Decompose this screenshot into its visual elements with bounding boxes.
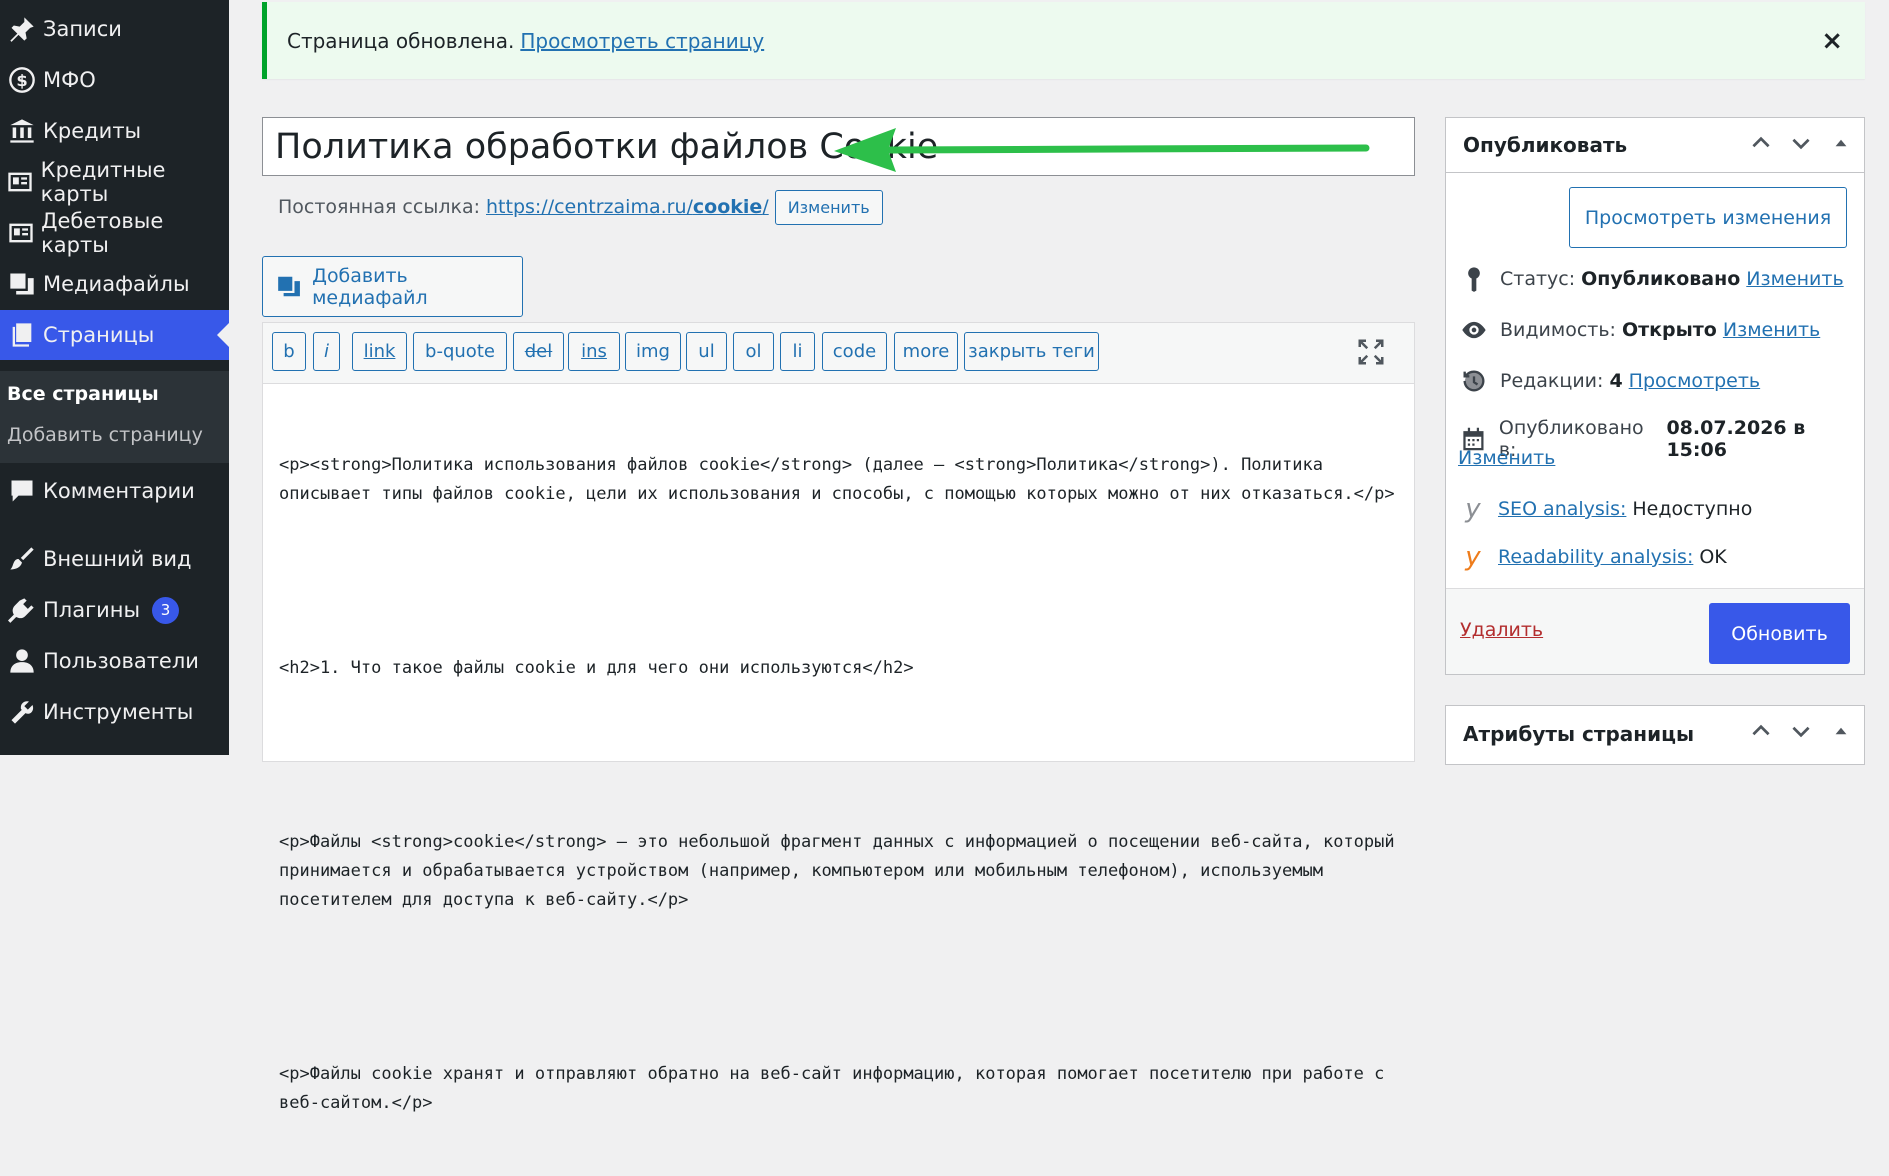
svg-text:$: $ [16, 71, 27, 90]
quicktags-toolbar: b i link b-quote del ins img ul ol li co… [263, 323, 1414, 384]
chevron-up-icon[interactable] [1748, 718, 1774, 744]
media-add-icon [278, 276, 300, 297]
sidebar-item-tools[interactable]: Инструменты [0, 687, 229, 737]
text-editor: b i link b-quote del ins img ul ol li co… [262, 322, 1415, 1113]
qt-more-button[interactable]: more [894, 332, 958, 371]
qt-img-button[interactable]: img [625, 332, 681, 371]
dollar-icon: $ [0, 66, 43, 94]
plugin-icon [0, 596, 43, 624]
chevron-down-icon[interactable] [1788, 718, 1814, 744]
submenu-all-pages[interactable]: Все страницы [7, 383, 159, 405]
qt-link-button[interactable]: link [352, 332, 407, 371]
notice-text: Страница обновлена. [287, 28, 515, 53]
content-line: <h2>1. Что такое файлы cookie и для чего… [279, 658, 914, 678]
qt-ins-button[interactable]: ins [568, 332, 620, 371]
pin-icon [1468, 267, 1480, 292]
seo-analysis-link[interactable]: SEO analysis: [1498, 498, 1626, 520]
sidebar-item-pages[interactable]: Страницы [0, 310, 229, 360]
annotation-arrow [834, 128, 1370, 172]
sidebar-item-comments[interactable]: Комментарии [0, 466, 229, 516]
chevron-up-icon[interactable] [1748, 130, 1774, 156]
sidebar-item-mfo[interactable]: $ МФО [0, 55, 229, 105]
content-textarea[interactable]: <p><strong>Политика использования файлов… [279, 393, 1398, 1176]
brush-icon [0, 545, 43, 573]
readability-analysis-link[interactable]: Readability analysis: [1498, 546, 1693, 568]
yoast-readability-icon: y [1465, 542, 1481, 572]
sidebar-item-media[interactable]: Медиафайлы [0, 259, 229, 309]
edit-status-link[interactable]: Изменить [1746, 268, 1843, 290]
dismiss-notice-icon[interactable]: × [1821, 26, 1843, 56]
sidebar-item-credits[interactable]: Кредиты [0, 106, 229, 156]
id-card-icon [0, 168, 41, 196]
backup-icon [1463, 370, 1485, 392]
fullscreen-icon[interactable] [1356, 337, 1386, 367]
qt-del-button[interactable]: del [513, 332, 564, 371]
content-line: <p>Файлы <strong>cookie</strong> – это н… [279, 832, 1405, 910]
edit-slug-button[interactable]: Изменить [774, 189, 883, 225]
pin-icon [0, 15, 43, 43]
publish-box-header: Опубликовать [1446, 118, 1864, 173]
eye-icon [1462, 321, 1486, 339]
qt-bquote-button[interactable]: b-quote [413, 332, 507, 371]
sidebar-item-posts[interactable]: Записи [0, 4, 229, 54]
id-card-icon [0, 219, 41, 247]
revisions-row: Редакции: 4 Просмотреть [1460, 367, 1760, 395]
add-media-label: Добавить медиафайл [312, 264, 428, 309]
view-page-link[interactable]: Просмотреть страницу [520, 29, 764, 53]
comment-icon [0, 477, 43, 505]
sidebar-item-appearance[interactable]: Внешний вид [0, 534, 229, 584]
user-icon [0, 647, 43, 675]
plugin-update-badge: 3 [152, 596, 180, 624]
collapse-triangle-icon[interactable] [1828, 130, 1854, 156]
media-icon [0, 270, 43, 298]
qt-li-button[interactable]: li [780, 332, 815, 371]
published-edit-row: Изменить [1458, 447, 1555, 469]
add-media-button[interactable]: Добавить медиафайл [262, 256, 523, 317]
preview-changes-button[interactable]: Просмотреть изменения [1569, 187, 1847, 248]
visibility-row: Видимость: Открыто Изменить [1460, 316, 1820, 344]
update-button[interactable]: Обновить [1709, 603, 1850, 664]
qt-italic-button[interactable]: i [313, 332, 340, 371]
sidebar-item-debit-cards[interactable]: Дебетовые карты [0, 208, 229, 258]
sidebar-item-credit-cards[interactable]: Кредитные карты [0, 157, 229, 207]
permalink-label: Постоянная ссылка: [278, 196, 480, 218]
permalink-link[interactable]: https://centrzaima.ru/cookie/ [486, 196, 769, 218]
collapse-triangle-icon[interactable] [1828, 718, 1854, 744]
page-attributes-box: Атрибуты страницы [1445, 705, 1865, 765]
edit-visibility-link[interactable]: Изменить [1723, 319, 1820, 341]
edit-date-link[interactable]: Изменить [1458, 447, 1555, 469]
sidebar-item-plugins[interactable]: Плагины 3 [0, 585, 229, 635]
bank-icon [0, 117, 43, 145]
page-attributes-header: Атрибуты страницы [1446, 706, 1864, 761]
qt-ul-button[interactable]: ul [686, 332, 727, 371]
sidebar-item-users[interactable]: Пользователи [0, 636, 229, 686]
qt-code-button[interactable]: code [822, 332, 887, 371]
pages-submenu: Все страницы Добавить страницу [0, 371, 229, 463]
yoast-seo-icon: y [1465, 494, 1481, 524]
chevron-down-icon[interactable] [1788, 130, 1814, 156]
admin-sidebar: Записи $ МФО Кредиты Кредитные карты Деб… [0, 0, 229, 755]
qt-close-tags-button[interactable]: закрыть теги [964, 332, 1099, 371]
page-attributes-title: Атрибуты страницы [1463, 721, 1695, 746]
tools-icon [0, 698, 43, 726]
content-line: <p>Файлы cookie хранят и отправляют обра… [279, 1064, 1395, 1113]
readability-row: y Readability analysis: OK [1460, 542, 1726, 572]
publish-box: Опубликовать Просмотреть изменения Стату… [1445, 117, 1865, 675]
publish-box-title: Опубликовать [1463, 133, 1628, 157]
publish-actions: Удалить Обновить [1446, 588, 1864, 674]
qt-ol-button[interactable]: ol [733, 332, 774, 371]
browse-revisions-link[interactable]: Просмотреть [1629, 370, 1760, 392]
seo-row: y SEO analysis: Недоступно [1460, 494, 1752, 524]
content-line: <p><strong>Политика использования файлов… [279, 455, 1395, 504]
update-notice: Страница обновлена. Просмотреть страницу… [262, 2, 1865, 79]
submenu-add-page[interactable]: Добавить страницу [7, 424, 203, 446]
qt-bold-button[interactable]: b [272, 332, 306, 371]
move-to-trash-link[interactable]: Удалить [1460, 619, 1543, 641]
status-row: Статус: Опубликовано Изменить [1460, 265, 1844, 293]
pages-icon [0, 321, 43, 349]
permalink-row: Постоянная ссылка: https://centrzaima.ru… [278, 188, 883, 226]
